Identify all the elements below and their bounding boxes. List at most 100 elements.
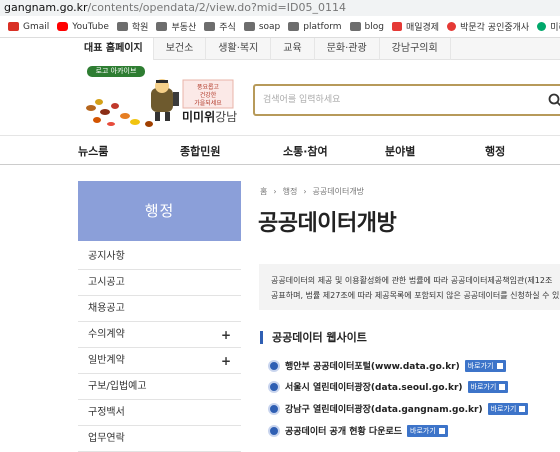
bookmark-label: platform [303, 22, 341, 32]
gmail-icon [8, 22, 19, 31]
brand-logo-text[interactable]: 미미위강남 [182, 108, 237, 125]
goto-label: 바로가기 [468, 362, 494, 370]
goto-button[interactable]: 바로가기 [465, 360, 506, 372]
top-nav: 대표 홈페이지 보건소 생활·복지 교육 문화·관광 강남구의회 [0, 38, 560, 60]
bookmark-maeil[interactable]: 매일경제 [392, 20, 439, 33]
brand-sub: 강남 [215, 110, 237, 124]
goto-button[interactable]: 바로가기 [407, 425, 448, 437]
chevron-right-icon: › [273, 187, 276, 196]
top-nav-item-culture[interactable]: 문화·관광 [315, 38, 380, 60]
sidebar-item-recruit[interactable]: 채용공고 [78, 296, 241, 322]
sidebar-item-label: 구보/입법예고 [88, 381, 147, 392]
bookmark-label: 부동산 [171, 20, 196, 33]
search-box [253, 84, 560, 116]
sidebar-item-label: 구정백서 [88, 407, 125, 418]
folder-icon [350, 22, 361, 31]
bookmark-pmg[interactable]: 박문각 공인중개사 [447, 20, 529, 33]
bookmark-folder[interactable]: blog [350, 22, 384, 32]
expand-plus-icon[interactable]: + [221, 348, 231, 374]
folder-icon [204, 22, 215, 31]
goto-button[interactable]: 바로가기 [468, 381, 509, 393]
external-link-icon [499, 384, 505, 390]
bookmark-folder[interactable]: soap [244, 22, 280, 32]
maeil-icon [392, 22, 402, 31]
bookmark-miricanvas[interactable]: 미리캔버스 [537, 20, 560, 33]
bookmark-label: 주식 [219, 20, 236, 33]
autumn-leaves-icon [86, 99, 153, 127]
pmg-icon [447, 22, 456, 31]
bookmark-label: 매일경제 [406, 20, 439, 33]
sidebar-title: 행정 [78, 181, 241, 241]
link-item-status-download: 공공데이터 공개 현황 다운로드 바로가기 [268, 424, 448, 437]
sidebar-item-whitepaper[interactable]: 구정백서 [78, 400, 241, 426]
main-menu-participation[interactable]: 소통·참여 [283, 143, 328, 159]
bullet-icon [268, 360, 280, 372]
bookmark-label: YouTube [72, 22, 109, 32]
sidebar-item-label: 업무연락 [88, 433, 125, 444]
folder-icon [117, 22, 128, 31]
link-label: 강남구 열린데이터광장(data.gangnam.go.kr) [285, 402, 483, 415]
bookmark-label: soap [259, 22, 280, 32]
top-nav-item-health[interactable]: 보건소 [154, 38, 207, 60]
main-menu-fields[interactable]: 분야별 [385, 143, 415, 159]
top-nav-item-council[interactable]: 강남구의회 [380, 38, 451, 60]
bullet-icon [268, 381, 280, 393]
bookmark-youtube[interactable]: YouTube [57, 22, 109, 32]
chevron-right-icon: › [303, 187, 306, 196]
link-label: 서울시 열린데이터광장(data.seoul.go.kr) [285, 380, 463, 393]
top-nav-item-education[interactable]: 교육 [271, 38, 314, 60]
sidebar-item-label: 일반계약 [88, 355, 125, 366]
goto-label: 바로가기 [491, 405, 517, 413]
link-item-gangnam-data: 강남구 열린데이터광장(data.gangnam.go.kr) 바로가기 [268, 402, 528, 415]
sidebar-item-gazette[interactable]: 구보/입법예고 [78, 374, 241, 400]
logo-archive-badge[interactable]: 로고 아카이브 [87, 66, 145, 77]
logo-poem-line: 풍요롭고 [197, 84, 220, 91]
url-host: gangnam.go.kr [4, 1, 88, 14]
folder-icon [156, 22, 167, 31]
expand-plus-icon[interactable]: + [221, 322, 231, 348]
bookmark-label: blog [365, 22, 384, 32]
url-path: /contents/opendata/2/view.do?mid=ID05_01… [88, 1, 346, 14]
main-menu-civil[interactable]: 종합민원 [180, 143, 220, 159]
sidebar-item-private-contract[interactable]: 수의계약+ [78, 322, 241, 348]
breadcrumb-current: 공공데이터개방 [313, 186, 365, 197]
top-nav-item-welfare[interactable]: 생활·복지 [206, 38, 271, 60]
bookmark-label: 미리캔버스 [550, 20, 560, 33]
goto-button[interactable]: 바로가기 [488, 403, 529, 415]
folder-icon [288, 22, 299, 31]
youtube-icon [57, 22, 68, 31]
sidebar-item-notice[interactable]: 공지사항 [78, 244, 241, 270]
sidebar-item-business[interactable]: 업무연락 [78, 426, 241, 452]
address-bar[interactable]: gangnam.go.kr/contents/opendata/2/view.d… [0, 0, 560, 16]
breadcrumb: 홈 › 행정 › 공공데이터개방 [260, 186, 364, 197]
main-menu-newsroom[interactable]: 뉴스룸 [78, 143, 108, 159]
miricanvas-icon [537, 22, 546, 31]
top-nav-item-home[interactable]: 대표 홈페이지 [0, 38, 154, 60]
goto-label: 바로가기 [410, 427, 436, 435]
description-line: 공공데이터의 제공 및 이용활성화에 관한 법률에 따라 공공데이터제공책임관(… [271, 273, 560, 288]
bookmark-gmail[interactable]: Gmail [8, 22, 49, 32]
bookmark-folder[interactable]: 학원 [117, 20, 149, 33]
bullet-icon [268, 425, 280, 437]
sidebar-item-general-contract[interactable]: 일반계약 + [78, 348, 241, 374]
brand-main: 미미위 [182, 110, 215, 124]
mascot-icon [151, 79, 179, 121]
breadcrumb-admin[interactable]: 행정 [283, 186, 298, 197]
sidebar-item-announcement[interactable]: 고시공고 [78, 270, 241, 296]
main-menu-administration[interactable]: 행정 [485, 143, 505, 159]
description-line: 공표하며, 법률 제27조에 따라 제공목록에 포함되지 않은 공공데이터를 신… [271, 288, 560, 303]
external-link-icon [519, 406, 525, 412]
breadcrumb-home[interactable]: 홈 [260, 186, 267, 197]
goto-label: 바로가기 [471, 383, 497, 391]
main-menu: 뉴스룸 종합민원 소통·참여 분야별 행정 [0, 135, 560, 165]
bookmark-folder[interactable]: 부동산 [156, 20, 196, 33]
folder-icon [244, 22, 255, 31]
external-link-icon [497, 363, 503, 369]
bookmark-folder[interactable]: platform [288, 22, 341, 32]
search-icon[interactable] [548, 93, 560, 107]
bookmark-label: 박문각 공인중개사 [460, 20, 529, 33]
bookmark-label: 학원 [132, 20, 149, 33]
search-input[interactable] [255, 86, 545, 114]
link-item-data-portal: 행안부 공공데이터포털(www.data.go.kr) 바로가기 [268, 359, 506, 372]
bookmark-folder[interactable]: 주식 [204, 20, 236, 33]
